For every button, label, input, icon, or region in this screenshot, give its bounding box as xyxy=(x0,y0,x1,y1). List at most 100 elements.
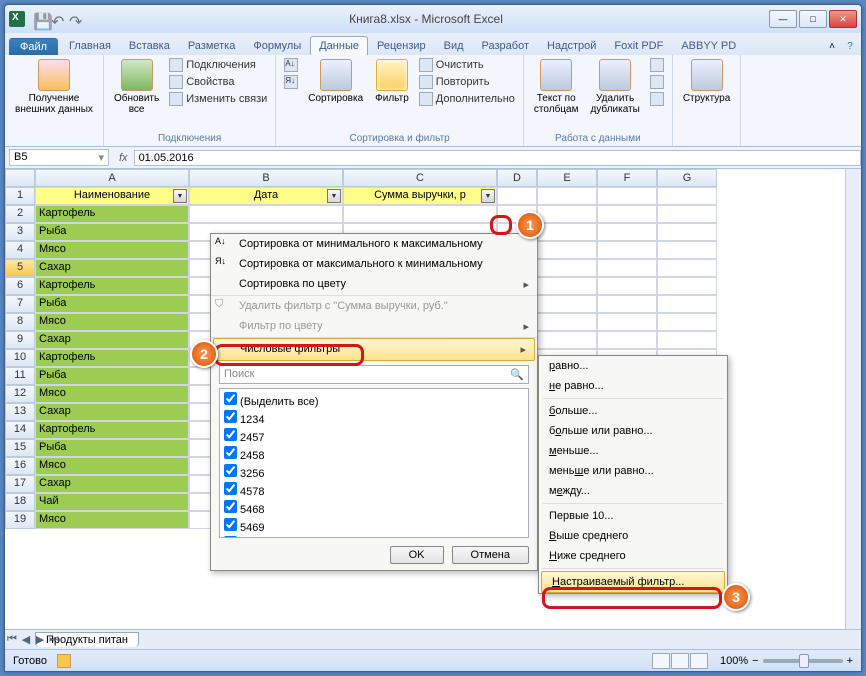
row-header-5[interactable]: 5 xyxy=(5,259,35,277)
row-header-3[interactable]: 3 xyxy=(5,223,35,241)
filter-dropdown-C[interactable] xyxy=(481,189,495,203)
whatif-button[interactable] xyxy=(648,91,666,107)
name-box[interactable]: B5▾ xyxy=(9,149,109,166)
checkbox-value[interactable]: 5468 xyxy=(222,499,526,517)
empty-cell[interactable] xyxy=(657,295,717,313)
empty-cell[interactable] xyxy=(657,259,717,277)
empty-cell[interactable] xyxy=(537,313,597,331)
column-header-E[interactable]: E xyxy=(537,169,597,187)
table-cell[interactable]: Рыба xyxy=(35,223,189,241)
vertical-scrollbar[interactable] xyxy=(845,169,861,629)
empty-cell[interactable] xyxy=(597,223,657,241)
reapply-button[interactable]: Повторить xyxy=(417,74,517,90)
empty-cell[interactable] xyxy=(597,331,657,349)
table-header-B[interactable]: Дата xyxy=(189,187,343,205)
refresh-all-button[interactable]: Обновить все xyxy=(110,57,163,117)
outline-button[interactable]: Структура xyxy=(679,57,734,106)
table-cell[interactable]: Рыба xyxy=(35,439,189,457)
table-cell[interactable]: Сахар xyxy=(35,259,189,277)
tab-formulas[interactable]: Формулы xyxy=(244,36,310,55)
tab-home[interactable]: Главная xyxy=(60,36,120,55)
row-header-17[interactable]: 17 xyxy=(5,475,35,493)
empty-cell[interactable] xyxy=(657,313,717,331)
clear-filter-button[interactable]: Очистить xyxy=(417,57,517,73)
empty-cell[interactable] xyxy=(657,241,717,259)
table-cell[interactable]: Картофель xyxy=(35,205,189,223)
table-cell[interactable]: Картофель xyxy=(35,349,189,367)
tab-layout[interactable]: Разметка xyxy=(179,36,245,55)
empty-cell[interactable] xyxy=(189,205,343,223)
filter-option-item[interactable]: между... xyxy=(539,481,727,501)
tab-view[interactable]: Вид xyxy=(435,36,473,55)
ok-button[interactable]: OK xyxy=(390,546,444,564)
empty-cell[interactable] xyxy=(597,277,657,295)
checkbox-value[interactable]: 5469 xyxy=(222,517,526,535)
checkbox-select-all[interactable]: (Выделить все) xyxy=(222,391,526,409)
filter-option-item[interactable]: не равно... xyxy=(539,376,727,396)
tab-nav-next[interactable]: ▶ xyxy=(33,633,47,646)
filter-option-item[interactable]: Настраиваемый фильтр... xyxy=(541,571,725,593)
get-external-data-button[interactable]: Получение внешних данных xyxy=(11,57,97,117)
tab-nav-last[interactable]: ⏭ xyxy=(47,633,61,646)
close-button[interactable]: ✕ xyxy=(829,10,857,28)
checkbox-value[interactable]: 4578 xyxy=(222,481,526,499)
tab-file[interactable]: Файл xyxy=(9,38,58,55)
tab-data[interactable]: Данные xyxy=(310,36,368,55)
zoom-out-button[interactable]: − xyxy=(752,655,758,667)
empty-cell[interactable] xyxy=(657,277,717,295)
tab-addins[interactable]: Надстрой xyxy=(538,36,605,55)
row-header-18[interactable]: 18 xyxy=(5,493,35,511)
empty-cell[interactable] xyxy=(657,331,717,349)
text-to-columns-button[interactable]: Текст по столбцам xyxy=(530,57,583,117)
empty-cell[interactable] xyxy=(657,187,717,205)
empty-cell[interactable] xyxy=(597,205,657,223)
minimize-button[interactable]: — xyxy=(769,10,797,28)
help-icon[interactable]: ? xyxy=(843,41,857,55)
empty-cell[interactable] xyxy=(497,187,537,205)
cancel-button[interactable]: Отмена xyxy=(452,546,529,564)
table-header-C[interactable]: Сумма выручки, р xyxy=(343,187,497,205)
filter-option-item[interactable]: равно... xyxy=(539,356,727,376)
namebox-dropdown-icon[interactable]: ▾ xyxy=(98,151,104,164)
view-pagebreak-button[interactable] xyxy=(690,653,708,669)
qat-undo-icon[interactable]: ↶ xyxy=(51,12,65,26)
column-header-D[interactable]: D xyxy=(497,169,537,187)
sort-ascending-item[interactable]: A↓Сортировка от минимального к максималь… xyxy=(211,234,537,254)
column-header-A[interactable]: A xyxy=(35,169,189,187)
column-header-F[interactable]: F xyxy=(597,169,657,187)
empty-cell[interactable] xyxy=(537,259,597,277)
zoom-level[interactable]: 100% xyxy=(720,655,748,667)
row-header-12[interactable]: 12 xyxy=(5,385,35,403)
fx-button[interactable]: fx xyxy=(113,152,134,164)
empty-cell[interactable] xyxy=(537,241,597,259)
properties-button[interactable]: Свойства xyxy=(167,74,269,90)
table-cell[interactable]: Мясо xyxy=(35,511,189,529)
table-cell[interactable]: Чай xyxy=(35,493,189,511)
filter-option-item[interactable]: меньше... xyxy=(539,441,727,461)
filter-option-item[interactable]: больше или равно... xyxy=(539,421,727,441)
row-header-15[interactable]: 15 xyxy=(5,439,35,457)
sort-asc-button[interactable]: A↓ xyxy=(282,57,300,73)
formula-input[interactable]: 01.05.2016 xyxy=(134,150,861,166)
table-cell[interactable]: Сахар xyxy=(35,403,189,421)
filter-option-item[interactable]: меньше или равно... xyxy=(539,461,727,481)
view-layout-button[interactable] xyxy=(671,653,689,669)
empty-cell[interactable] xyxy=(657,205,717,223)
table-cell[interactable]: Сахар xyxy=(35,331,189,349)
table-cell[interactable]: Сахар xyxy=(35,475,189,493)
filter-dropdown-B[interactable] xyxy=(327,189,341,203)
remove-duplicates-button[interactable]: Удалить дубликаты xyxy=(586,57,643,117)
checkbox-value[interactable]: 1234 xyxy=(222,409,526,427)
empty-cell[interactable] xyxy=(537,277,597,295)
table-cell[interactable]: Рыба xyxy=(35,295,189,313)
row-header-6[interactable]: 6 xyxy=(5,277,35,295)
zoom-slider[interactable] xyxy=(763,659,843,663)
filter-option-item[interactable]: Выше среднего xyxy=(539,526,727,546)
row-header-16[interactable]: 16 xyxy=(5,457,35,475)
checkbox-value[interactable]: 2458 xyxy=(222,445,526,463)
checkbox-value[interactable]: 7855 xyxy=(222,535,526,538)
empty-cell[interactable] xyxy=(597,187,657,205)
empty-cell[interactable] xyxy=(597,259,657,277)
tab-developer[interactable]: Разработ xyxy=(473,36,538,55)
empty-cell[interactable] xyxy=(537,295,597,313)
